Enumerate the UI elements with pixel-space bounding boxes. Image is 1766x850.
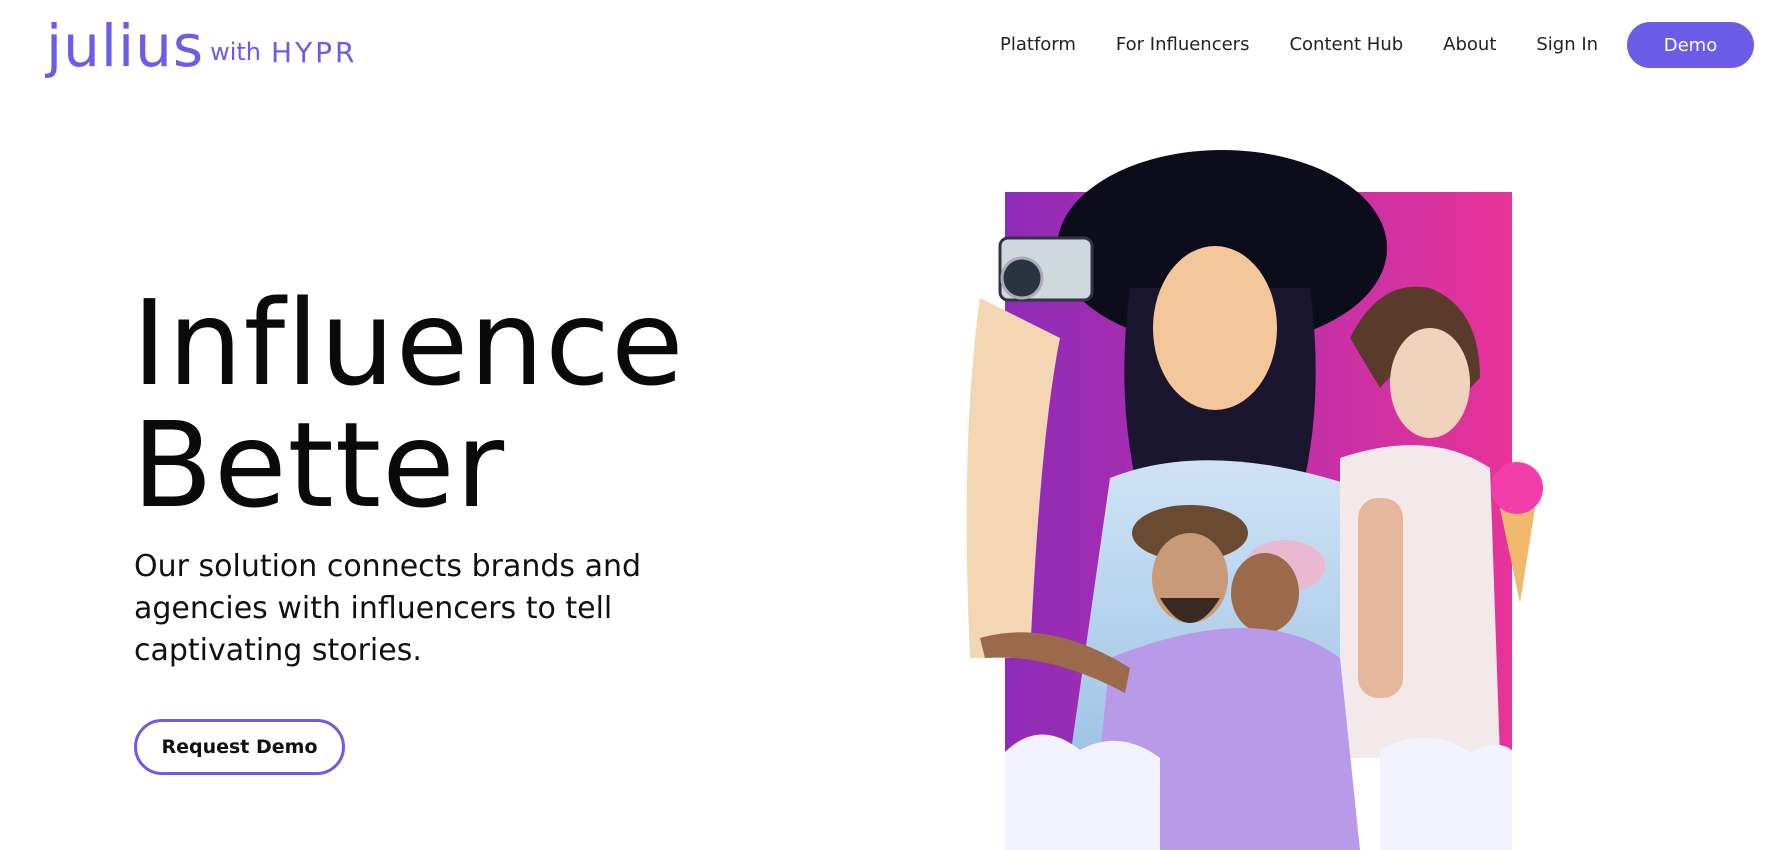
tattoo-arm	[1358, 498, 1403, 698]
collage-illustration	[966, 150, 1543, 850]
purple-woman-face	[1231, 553, 1299, 633]
nav-for-influencers[interactable]: For Influencers	[1116, 30, 1250, 60]
right-woman-face	[1390, 328, 1470, 438]
hero-title-line-2: Better	[132, 396, 506, 534]
hero-title: Influence Better	[132, 282, 685, 526]
demo-button[interactable]: Demo	[1627, 22, 1754, 68]
splash-bottom	[1005, 734, 1160, 850]
request-demo-button[interactable]: Request Demo	[134, 719, 345, 775]
woman-face	[1153, 246, 1277, 410]
hero-influencer-collage-image	[960, 138, 1585, 850]
nav-content-hub[interactable]: Content Hub	[1289, 30, 1403, 60]
hero-subtitle: Our solution connects brands and agencie…	[134, 549, 642, 668]
site-header: julius with HYPR Platform For Influencer…	[0, 0, 1766, 90]
nav-platform[interactable]: Platform	[1000, 30, 1076, 60]
main-nav: Platform For Influencers Content Hub Abo…	[1000, 30, 1598, 60]
nav-sign-in[interactable]: Sign In	[1536, 30, 1598, 60]
logo-hypr-text: HYPR	[271, 36, 358, 69]
julius-hypr-logo[interactable]: julius with HYPR	[46, 14, 358, 78]
ice-cream-scoop	[1491, 462, 1543, 514]
nav-about[interactable]: About	[1443, 30, 1496, 60]
hero-title-line-1: Influence	[132, 274, 685, 412]
logo-julius-text: julius	[46, 12, 205, 80]
logo-with-text: with	[210, 38, 262, 66]
